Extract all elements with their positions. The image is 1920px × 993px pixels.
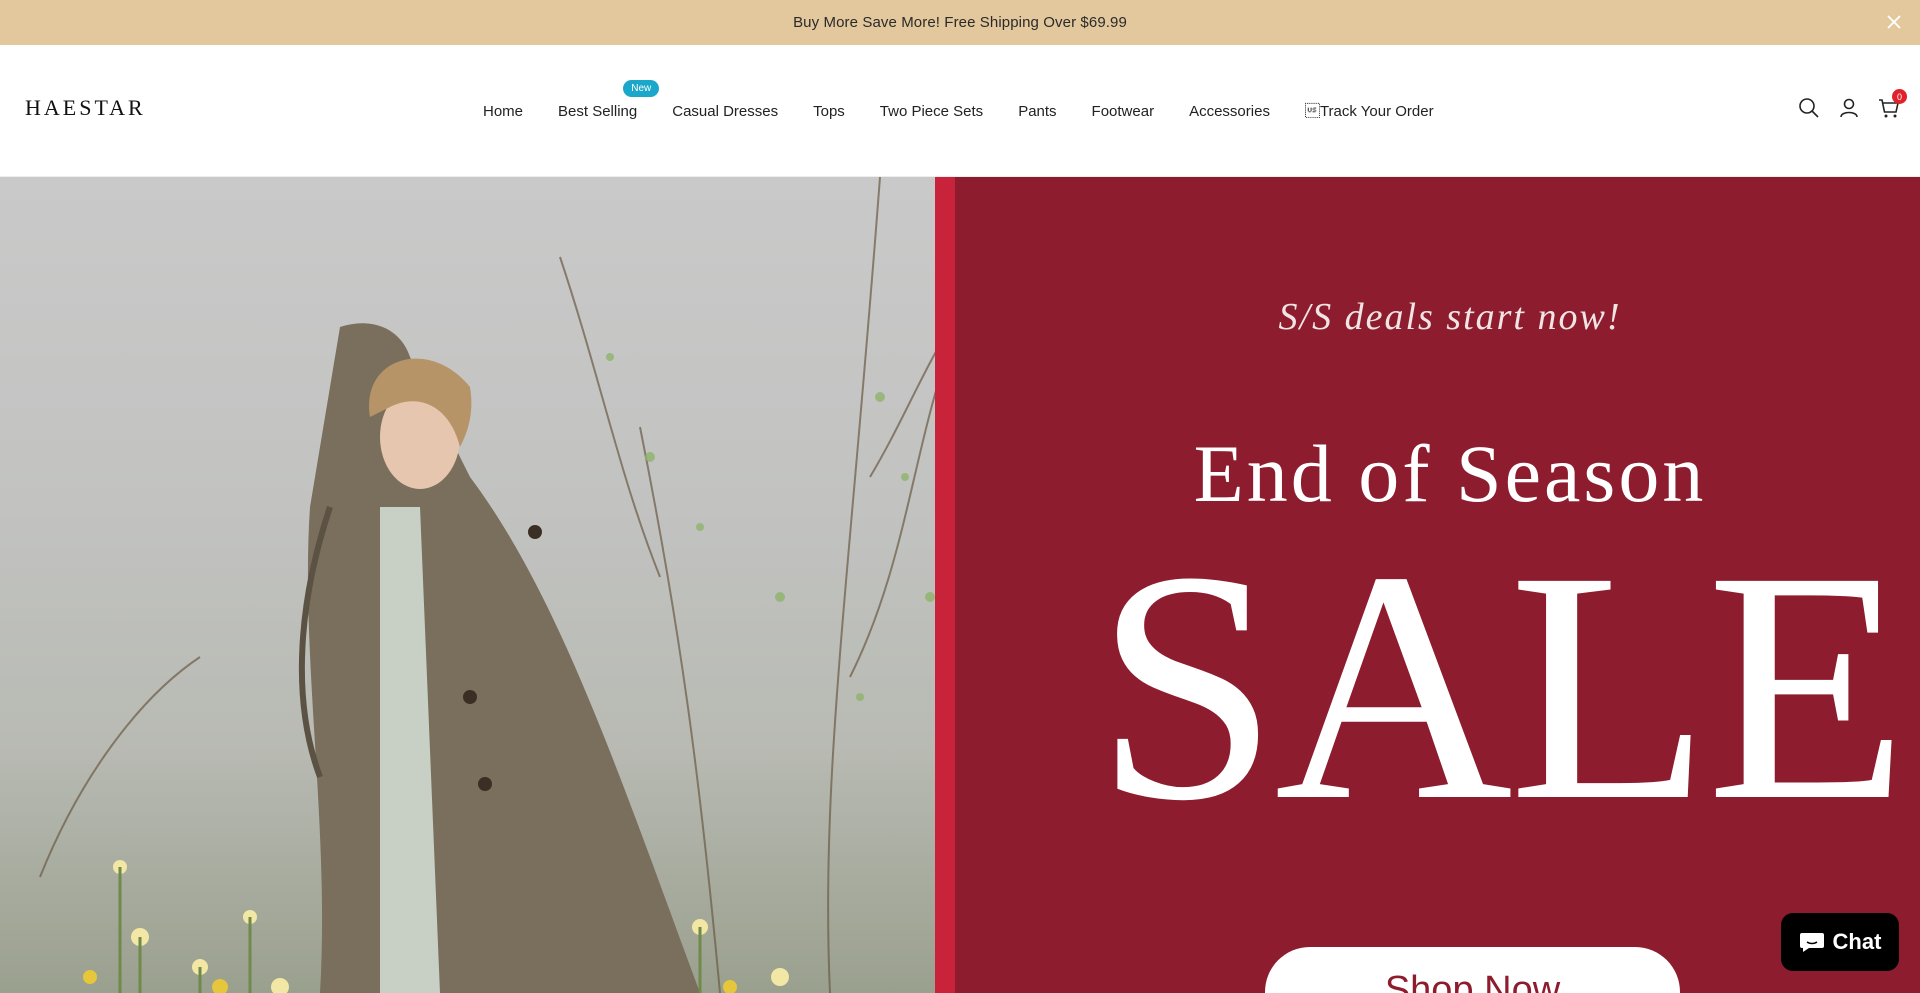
header-icons: 0: [1798, 89, 1907, 119]
nav-label: Best Selling: [558, 102, 638, 120]
nav-item-tops[interactable]: Tops: [813, 103, 845, 120]
nav-item-two-piece-sets[interactable]: Two Piece Sets: [880, 103, 983, 120]
announcement-bar: Buy More Save More! Free Shipping Over $…: [0, 0, 1920, 45]
shop-now-button[interactable]: Shop Now: [1265, 947, 1680, 993]
decorative-band-inner: [955, 177, 995, 993]
chat-label: Chat: [1832, 929, 1882, 954]
nav-label: Accessories: [1189, 102, 1270, 120]
close-icon[interactable]: [1880, 8, 1908, 36]
new-badge: New: [623, 79, 660, 97]
main-nav: Home Best Selling New Casual Dresses Top…: [483, 45, 1434, 177]
nav-label: Track Your Order: [1304, 102, 1434, 120]
nav-item-pants[interactable]: Pants: [1018, 103, 1056, 120]
model-illustration: [39, 177, 951, 993]
account-icon[interactable]: [1838, 97, 1860, 119]
announcement-text: Buy More Save More! Free Shipping Over $…: [793, 14, 1127, 31]
hero-banner[interactable]: S/S deals start now! End of Season SALE …: [0, 177, 1920, 993]
logo[interactable]: HAESTAR: [25, 95, 146, 121]
nav-item-footwear[interactable]: Footwear: [1092, 103, 1155, 120]
site-header: HAESTAR Home Best Selling New Casual Dre…: [0, 45, 1920, 177]
cart-count-badge: 0: [1892, 89, 1907, 104]
hero-photo: [0, 177, 960, 993]
nav-label: Home: [483, 102, 524, 120]
nav-label: Tops: [813, 102, 845, 120]
nav-label: Casual Dresses: [672, 102, 779, 120]
cart-icon[interactable]: 0: [1878, 89, 1907, 119]
nav-item-track-order[interactable]: Track Your Order: [1305, 103, 1434, 120]
nav-label: Footwear: [1091, 102, 1155, 120]
nav-label: Two Piece Sets: [879, 102, 984, 120]
hero-subtitle: S/S deals start now!: [1278, 296, 1622, 338]
hero-headline: SALE: [1095, 504, 1908, 869]
nav-item-accessories[interactable]: Accessories: [1189, 103, 1270, 120]
nav-item-home[interactable]: Home: [483, 103, 523, 120]
nav-item-casual-dresses[interactable]: Casual Dresses: [672, 103, 778, 120]
search-icon[interactable]: [1798, 97, 1820, 119]
nav-item-best-selling[interactable]: Best Selling New: [558, 79, 660, 120]
chat-bubble-icon: [1799, 931, 1825, 953]
nav-label: Pants: [1018, 102, 1057, 120]
chat-button[interactable]: Chat: [1781, 913, 1899, 971]
shop-now-label: Shop Now: [1384, 969, 1561, 993]
